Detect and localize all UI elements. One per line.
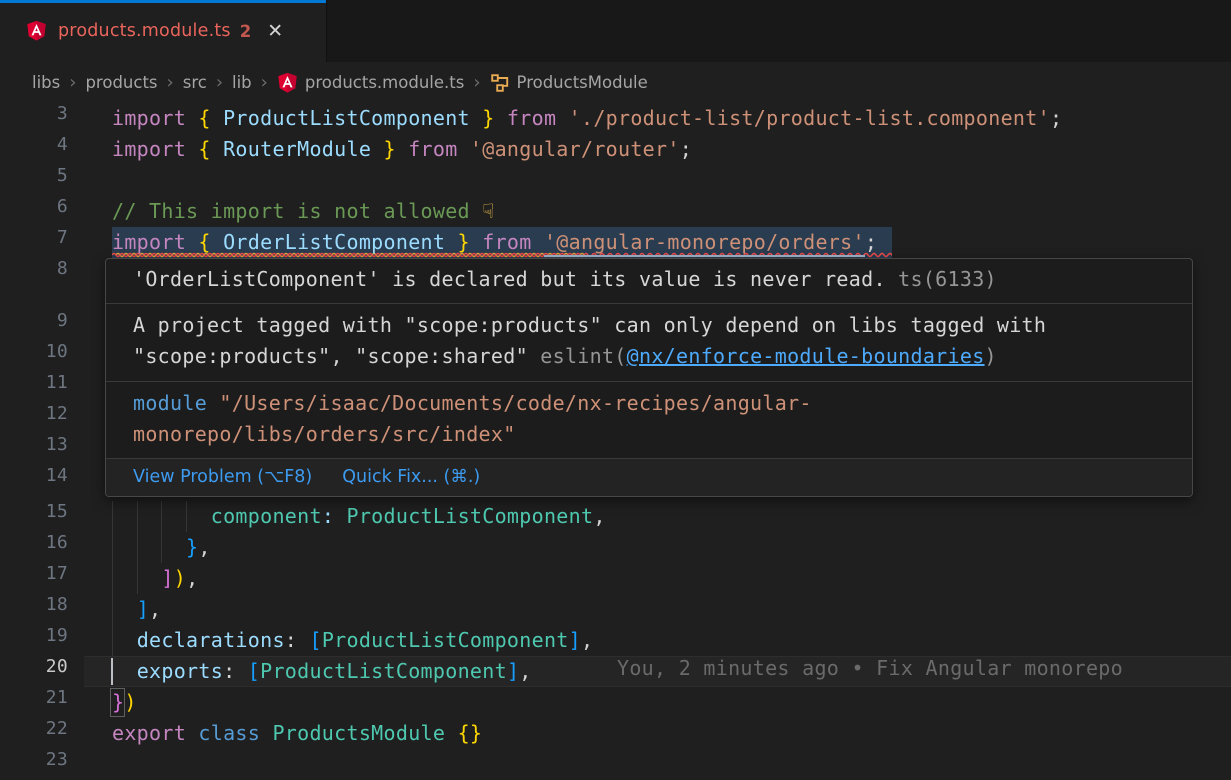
text-cursor: [111, 658, 113, 685]
line-number-3[interactable]: 3: [0, 103, 68, 134]
eslint-rule-link[interactable]: @nx/enforce-module-boundaries: [627, 344, 985, 368]
breadcrumb-separator: ›: [261, 72, 268, 93]
active-tab-indicator: [0, 0, 326, 3]
breadcrumb-label: ProductsModule: [517, 73, 648, 92]
breadcrumb-label: products.module.ts: [305, 73, 464, 92]
code-line-18[interactable]: 18 ],: [0, 594, 1231, 625]
line-number-10[interactable]: 10: [0, 341, 68, 372]
code-text: declarations: [ProductListComponent],: [112, 625, 593, 656]
line-number-17[interactable]: 17: [0, 563, 68, 594]
code-line-6[interactable]: 6 // This import is not allowed ☟: [0, 196, 1231, 227]
code-text: ]),: [112, 563, 198, 594]
code-line-7[interactable]: 7 import { OrderListComponent } from '@an…: [0, 227, 1231, 258]
line-number-5[interactable]: 5: [0, 165, 68, 196]
line-number-21[interactable]: 21: [0, 687, 68, 718]
bracket-match-box: [110, 688, 125, 717]
breadcrumb-label: libs: [32, 73, 60, 92]
quick-fix-link[interactable]: Quick Fix... (⌘.): [342, 459, 480, 496]
line-number-4[interactable]: 4: [0, 134, 68, 165]
diagnostic-hover-popup: 'OrderListComponent' is declared but its…: [105, 258, 1193, 497]
line-number-20[interactable]: 20: [0, 656, 68, 687]
code-text: import { OrderListComponent } from '@ang…: [112, 227, 877, 258]
eslint-error-line2: "scope:products", "scope:shared" eslint(…: [133, 341, 1192, 372]
tab-title: products.module.ts: [58, 21, 231, 41]
angular-icon: [277, 72, 298, 93]
line-number-18[interactable]: 18: [0, 594, 68, 625]
code-text: export class ProductsModule {}: [112, 718, 482, 749]
code-line-22[interactable]: 22 export class ProductsModule {}: [0, 718, 1231, 749]
hover-action-bar: View Problem (⌥F8) Quick Fix... (⌘.): [106, 458, 1192, 496]
line-number-15[interactable]: 15: [0, 501, 68, 532]
line-number-7[interactable]: 7: [0, 227, 68, 258]
code-text: component: ProductListComponent,: [112, 501, 606, 532]
code-line-20[interactable]: 20 exports: [ProductListComponent], You, …: [0, 656, 1231, 687]
line-number-8[interactable]: 8: [0, 258, 68, 289]
line-number-6[interactable]: 6: [0, 196, 68, 227]
line-number-9[interactable]: 9: [0, 310, 68, 341]
code-line-5[interactable]: 5: [0, 165, 1231, 196]
breadcrumb-separator: ›: [69, 72, 76, 93]
breadcrumb-separator: ›: [167, 72, 174, 93]
code-line-16[interactable]: 16 },: [0, 532, 1231, 563]
vscode-window: 3 import { ProductListComponent } from '.…: [0, 0, 1231, 780]
module-path-line2: monorepo/libs/orders/src/index": [133, 419, 1192, 450]
code-line-19[interactable]: 19 declarations: [ProductListComponent],: [0, 625, 1231, 656]
line-number-16[interactable]: 16: [0, 532, 68, 563]
code-line-21[interactable]: 21}): [0, 687, 1231, 718]
line-number-13[interactable]: 13: [0, 434, 68, 465]
class-symbol-icon: [490, 73, 510, 93]
code-text: },: [112, 532, 211, 563]
line-number-22[interactable]: 22: [0, 718, 68, 749]
breadcrumb-item-lib[interactable]: lib: [232, 73, 252, 92]
line-number-12[interactable]: 12: [0, 403, 68, 434]
line-number-14[interactable]: 14: [0, 465, 68, 496]
angular-file-icon: [26, 20, 48, 42]
code-line-17[interactable]: 17 ]),: [0, 563, 1231, 594]
eslint-error-line1: A project tagged with "scope:products" c…: [133, 310, 1192, 341]
code-line-15[interactable]: 15 component: ProductListComponent,: [0, 501, 1231, 532]
line-number-11[interactable]: 11: [0, 372, 68, 403]
module-path-line1: module "/Users/isaac/Documents/code/nx-r…: [133, 388, 1192, 419]
breadcrumb-item-productsmodule[interactable]: ProductsModule: [490, 73, 648, 93]
breadcrumb-label: lib: [232, 73, 252, 92]
close-tab-icon[interactable]: ✕: [267, 22, 283, 41]
code-line-4[interactable]: 4 import { RouterModule } from '@angular/…: [0, 134, 1231, 165]
breadcrumb-label: products: [85, 73, 157, 92]
breadcrumb-item-libs[interactable]: libs: [32, 73, 60, 92]
breadcrumb-item-products[interactable]: products: [85, 73, 157, 92]
angular-icon: [26, 20, 47, 41]
tab-problem-count: 2: [240, 22, 251, 41]
code-text: import { ProductListComponent } from './…: [112, 103, 1062, 134]
ts-error-message: 'OrderListComponent' is declared but its…: [106, 259, 1192, 303]
breadcrumb-separator: ›: [216, 72, 223, 93]
breadcrumb-item-products.module.ts[interactable]: products.module.ts: [277, 72, 464, 93]
code-text: ],: [112, 594, 161, 625]
tab-bar: products.module.ts 2 ✕: [0, 0, 1231, 62]
code-text: // This import is not allowed ☟: [112, 196, 495, 227]
code-text: import { RouterModule } from '@angular/r…: [112, 134, 692, 165]
breadcrumb: libs › products › src › lib › products.module.t…: [0, 62, 1231, 103]
breadcrumb-separator: ›: [473, 72, 480, 93]
view-problem-link[interactable]: View Problem (⌥F8): [133, 459, 312, 496]
code-text: exports: [ProductListComponent],: [112, 656, 532, 687]
eslint-error-message: A project tagged with "scope:products" c…: [106, 303, 1192, 381]
code-line-23[interactable]: 23: [0, 749, 1231, 780]
git-blame-annotation: You, 2 minutes ago • Fix Angular monorep…: [617, 656, 1123, 687]
breadcrumb-label: src: [183, 73, 207, 92]
ts-error-text: 'OrderListComponent' is declared but its…: [133, 267, 886, 291]
breadcrumb-item-src[interactable]: src: [183, 73, 207, 92]
line-number-23[interactable]: 23: [0, 749, 68, 780]
module-path-message: module "/Users/isaac/Documents/code/nx-r…: [106, 381, 1192, 458]
tab-products-module[interactable]: products.module.ts 2 ✕: [0, 0, 327, 62]
ts-error-source: ts(6133): [898, 267, 997, 291]
code-line-3[interactable]: 3 import { ProductListComponent } from '.…: [0, 103, 1231, 134]
line-number-19[interactable]: 19: [0, 625, 68, 656]
